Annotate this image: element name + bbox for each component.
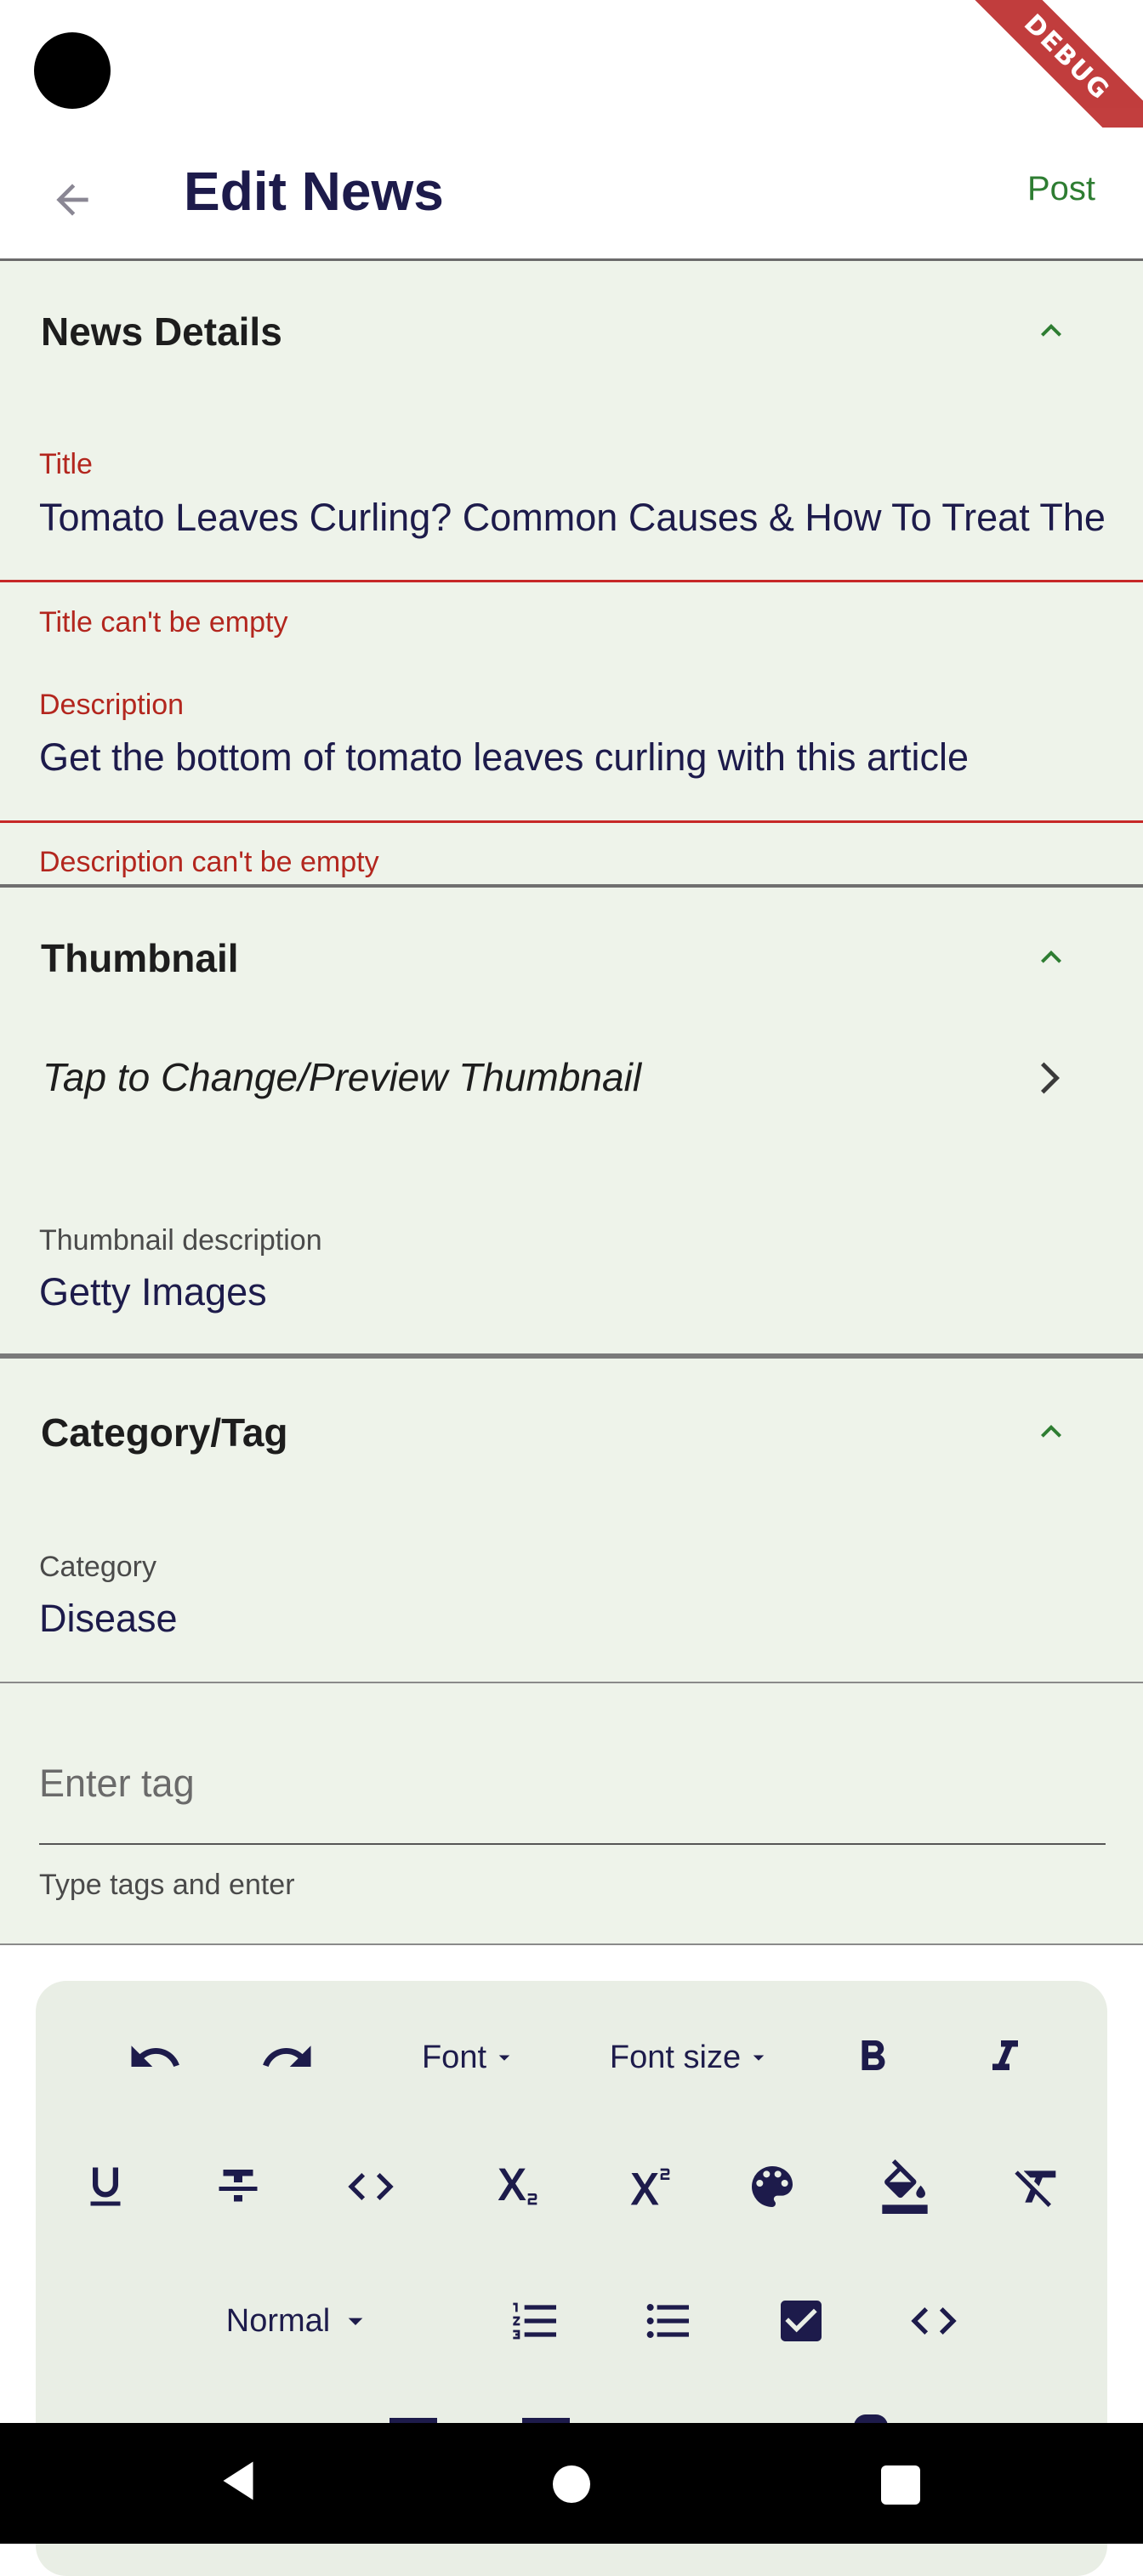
font-size-dropdown-label: Font size xyxy=(609,2039,742,2075)
page-title: Edit News xyxy=(184,161,444,222)
change-thumbnail-label: Tap to Change/Preview Thumbnail xyxy=(43,1055,642,1099)
description-input[interactable]: Get the bottom of tomato leaves curling … xyxy=(39,735,1106,780)
category-dropdown[interactable]: Disease xyxy=(39,1597,178,1641)
nav-home-button[interactable] xyxy=(553,2465,590,2503)
clear-format-button[interactable] xyxy=(1004,2153,1072,2221)
thumbnail-description-label: Thumbnail description xyxy=(39,1224,322,1257)
system-navigation-bar xyxy=(0,2423,1143,2544)
superscript-icon xyxy=(630,2168,670,2205)
chevron-up-icon xyxy=(1041,950,1061,963)
section-divider xyxy=(0,1943,1143,1945)
checkbox-icon xyxy=(781,2301,822,2341)
dropdown-arrow-icon xyxy=(753,2055,765,2061)
background-color-button[interactable] xyxy=(871,2153,939,2221)
thumbnail-header[interactable]: Thumbnail xyxy=(41,935,239,981)
bold-button[interactable] xyxy=(839,2023,907,2091)
paragraph-style-dropdown[interactable]: Normal xyxy=(206,2287,393,2355)
arrow-back-icon xyxy=(56,184,88,216)
inline-code-icon xyxy=(348,2173,394,2200)
subscript-icon xyxy=(498,2168,537,2205)
bulleted-list-button[interactable] xyxy=(634,2287,702,2355)
description-field-label: Description xyxy=(39,689,185,721)
tag-input[interactable]: Enter tag xyxy=(39,1762,195,1806)
nav-recents-button[interactable] xyxy=(881,2465,920,2505)
nav-back-button[interactable] xyxy=(213,2455,264,2511)
tag-underline xyxy=(39,1843,1106,1845)
code-block-icon xyxy=(911,2307,957,2335)
redo-button[interactable] xyxy=(253,2023,321,2091)
font-size-dropdown[interactable]: Font size xyxy=(580,2023,801,2091)
news-details-header[interactable]: News Details xyxy=(41,309,282,355)
post-button[interactable]: Post xyxy=(1027,170,1095,208)
superscript-button[interactable] xyxy=(611,2153,679,2221)
chevron-up-icon xyxy=(1041,324,1061,337)
title-error-text: Title can't be empty xyxy=(39,606,288,638)
news-details-section: News Details Title Tomato Leaves Curling… xyxy=(0,261,1143,886)
thumbnail-description-input[interactable]: Getty Images xyxy=(39,1270,1106,1314)
code-block-button[interactable] xyxy=(900,2287,968,2355)
text-color-button[interactable] xyxy=(738,2153,806,2221)
change-thumbnail-row[interactable]: Tap to Change/Preview Thumbnail xyxy=(0,1032,1143,1126)
category-tag-header[interactable]: Category/Tag xyxy=(41,1410,288,1455)
collapse-category-tag-button[interactable] xyxy=(1026,1406,1077,1457)
undo-icon xyxy=(131,2045,179,2067)
title-input[interactable]: Tomato Leaves Curling? Common Causes & H… xyxy=(39,496,1106,540)
underline-icon xyxy=(90,2167,121,2206)
paragraph-style-label: Normal xyxy=(225,2302,331,2339)
back-button[interactable] xyxy=(34,162,111,238)
dropdown-arrow-icon xyxy=(348,2318,363,2325)
text-color-icon xyxy=(752,2166,793,2207)
nav-back-icon xyxy=(223,2461,253,2500)
title-underline xyxy=(0,580,1143,582)
title-field-label: Title xyxy=(39,448,93,480)
font-dropdown-label: Font xyxy=(421,2039,487,2075)
checkbox-list-button[interactable] xyxy=(767,2287,835,2355)
font-dropdown[interactable]: Font xyxy=(393,2023,546,2091)
underline-button[interactable] xyxy=(71,2153,139,2221)
numbered-list-button[interactable] xyxy=(502,2287,570,2355)
undo-button[interactable] xyxy=(121,2023,189,2091)
inline-code-button[interactable] xyxy=(337,2153,405,2221)
numbered-list-icon xyxy=(513,2302,556,2340)
background-color-icon xyxy=(882,2159,928,2214)
italic-icon xyxy=(992,2040,1018,2070)
strikethrough-button[interactable] xyxy=(204,2153,272,2221)
collapse-news-details-button[interactable] xyxy=(1026,305,1077,356)
chevron-right-icon xyxy=(1026,1053,1077,1104)
clear-format-icon xyxy=(1015,2170,1056,2207)
thumbnail-section: Thumbnail Tap to Change/Preview Thumbnai… xyxy=(0,888,1143,1355)
dropdown-arrow-icon xyxy=(498,2055,510,2061)
tag-helper-text: Type tags and enter xyxy=(39,1869,295,1901)
category-tag-section: Category/Tag Category Disease Enter tag … xyxy=(0,1359,1143,1945)
collapse-thumbnail-button[interactable] xyxy=(1026,932,1077,983)
bulleted-list-icon xyxy=(646,2304,689,2338)
italic-button[interactable] xyxy=(971,2023,1039,2091)
description-error-text: Description can't be empty xyxy=(39,846,379,878)
category-underline xyxy=(0,1682,1143,1683)
description-underline xyxy=(0,820,1143,823)
camera-cutout xyxy=(34,32,111,109)
redo-icon xyxy=(263,2045,311,2067)
subscript-button[interactable] xyxy=(478,2153,546,2221)
category-label: Category xyxy=(39,1551,156,1583)
strikethrough-icon xyxy=(219,2170,258,2202)
chevron-up-icon xyxy=(1041,1425,1061,1438)
bold-icon xyxy=(862,2040,885,2070)
app-bar: Edit News Post xyxy=(0,128,1143,261)
